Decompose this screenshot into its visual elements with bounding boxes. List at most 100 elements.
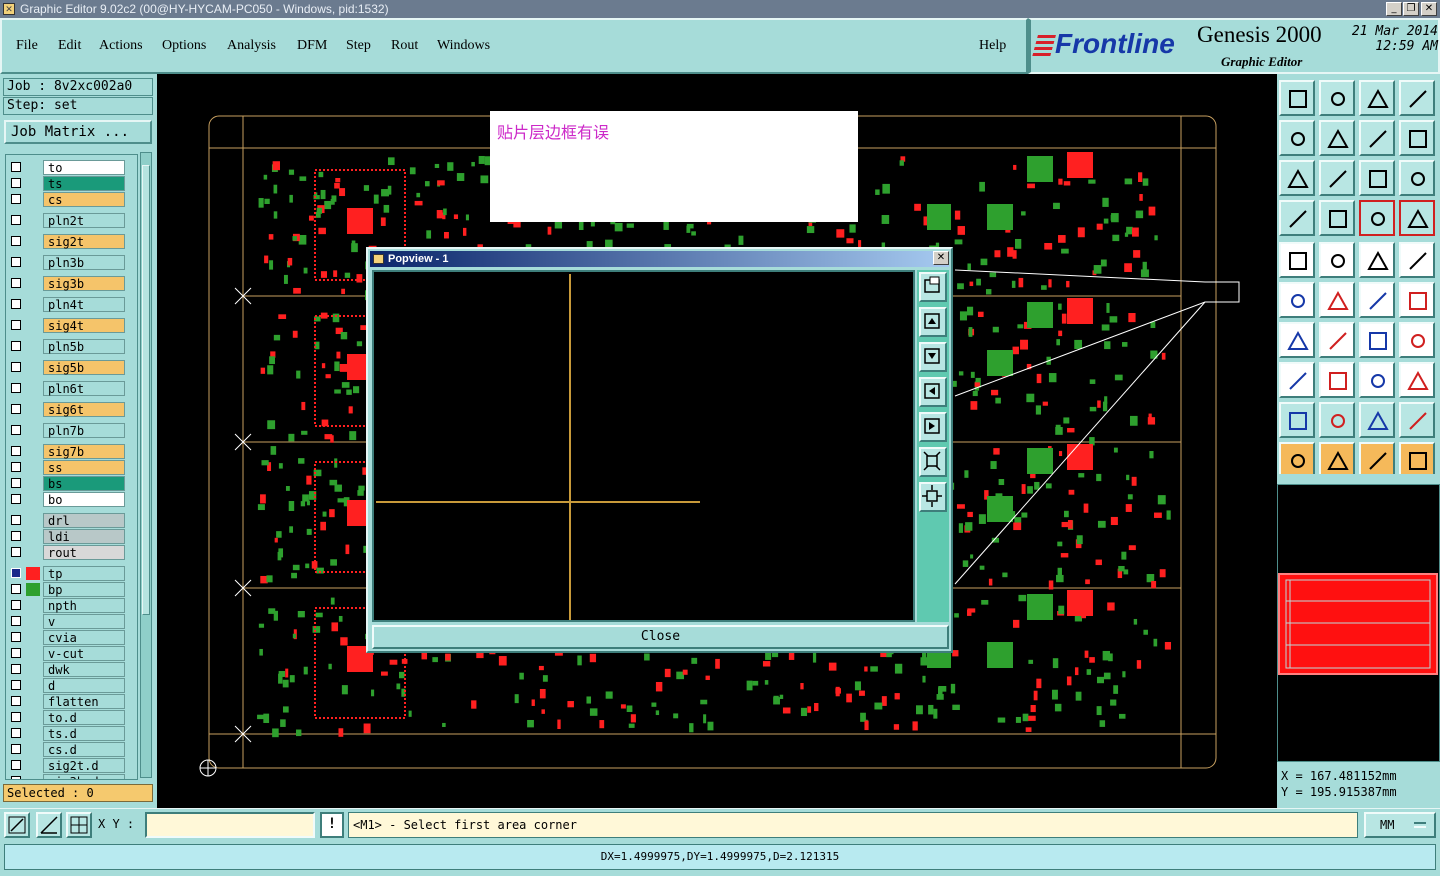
layer-row-sig5b[interactable]: sig5b (6, 359, 137, 375)
layer-name[interactable]: tp (43, 566, 125, 581)
popview-pan-down-icon[interactable] (919, 342, 947, 372)
layer-row-dwk[interactable]: dwk (6, 661, 137, 677)
close-window-button[interactable]: ✕ (1421, 2, 1437, 16)
pointer-select-icon[interactable] (1359, 442, 1395, 478)
layer-name[interactable]: pln4t (43, 297, 125, 312)
exclamation-icon[interactable]: ! (320, 812, 344, 838)
triangle-icon[interactable] (1279, 402, 1315, 438)
layer-name[interactable]: npth (43, 598, 125, 613)
layer-name[interactable]: v-cut (43, 646, 125, 661)
remove-icon[interactable] (1319, 282, 1355, 318)
triangle-c-icon[interactable] (1399, 402, 1435, 438)
layer-checkbox[interactable] (11, 194, 21, 204)
layer-row-pln2t[interactable]: pln2t (6, 212, 137, 228)
layer-row-pln7b[interactable]: pln7b (6, 422, 137, 438)
layer-row-v-cut[interactable]: v-cut (6, 645, 137, 661)
home-icon[interactable] (1359, 80, 1395, 116)
snake-icon[interactable] (1399, 120, 1435, 156)
layer-name[interactable]: cs.d (43, 742, 125, 757)
popview-close-button[interactable]: Close (372, 625, 949, 649)
layer-name[interactable]: ss (43, 460, 125, 475)
layer-name[interactable]: bo (43, 492, 125, 507)
rotate-icon[interactable] (1359, 120, 1395, 156)
xy-input[interactable] (145, 812, 315, 838)
layer-row-to[interactable]: to (6, 159, 137, 175)
menu-step[interactable]: Step (346, 38, 371, 54)
layer-name[interactable]: bp (43, 582, 125, 597)
layer-row-sig3b.d[interactable]: sig3b.d (6, 773, 137, 779)
text-icon[interactable] (1399, 322, 1435, 358)
layer-checkbox[interactable] (11, 494, 21, 504)
layer-name[interactable]: v (43, 614, 125, 629)
layer-row-npth[interactable]: npth (6, 597, 137, 613)
layer-checkbox[interactable] (11, 383, 21, 393)
layer-checkbox[interactable] (11, 257, 21, 267)
layer-name[interactable]: sig4t (43, 318, 125, 333)
minimize-button[interactable]: _ (1386, 2, 1402, 16)
center-view-icon[interactable] (1319, 160, 1355, 196)
arc-icon[interactable] (1359, 322, 1395, 358)
cross-icon[interactable] (1319, 242, 1355, 278)
layer-checkbox[interactable] (11, 712, 21, 722)
layer-row-sig3b[interactable]: sig3b (6, 275, 137, 291)
layer-checkbox[interactable] (11, 478, 21, 488)
layer-name[interactable]: pln6t (43, 381, 125, 396)
layer-checkbox[interactable] (11, 162, 21, 172)
layer-name[interactable]: sig3b.d (43, 774, 125, 779)
menu-options[interactable]: Options (162, 38, 206, 54)
layer-a-icon[interactable] (1359, 200, 1395, 236)
layer-checkbox[interactable] (11, 648, 21, 658)
layer-row-bo[interactable]: bo (6, 491, 137, 507)
layer-list-scrollbar[interactable] (140, 152, 152, 778)
layer-checkbox[interactable] (11, 320, 21, 330)
layer-row-sig2t.d[interactable]: sig2t.d (6, 757, 137, 773)
layer-row-ts.d[interactable]: ts.d (6, 725, 137, 741)
layer-row-ldi[interactable]: ldi (6, 528, 137, 544)
layer-color-swatch[interactable] (26, 567, 40, 580)
layer-checkbox[interactable] (11, 278, 21, 288)
dimension-icon[interactable] (1359, 362, 1395, 398)
layer-row-bs[interactable]: bs (6, 475, 137, 491)
layer-row-sig7b[interactable]: sig7b (6, 443, 137, 459)
node-icon[interactable] (1319, 200, 1355, 236)
layer-checkbox[interactable] (11, 425, 21, 435)
layer-row-pln3b[interactable]: pln3b (6, 254, 137, 270)
layer-row-to.d[interactable]: to.d (6, 709, 137, 725)
layer-name[interactable]: ldi (43, 529, 125, 544)
layer-row-ss[interactable]: ss (6, 459, 137, 475)
popview-canvas[interactable] (372, 270, 915, 622)
layer-checkbox[interactable] (11, 632, 21, 642)
layer-name[interactable]: flatten (43, 694, 125, 709)
layer-checkbox[interactable] (11, 515, 21, 525)
popview-zoom-icon[interactable] (919, 272, 947, 302)
layer-row-rout[interactable]: rout (6, 544, 137, 560)
net-icon[interactable] (1279, 282, 1315, 318)
layer-checkbox[interactable] (11, 299, 21, 309)
layer-row-sig2t[interactable]: sig2t (6, 233, 137, 249)
layer-checkbox[interactable] (11, 215, 21, 225)
menu-edit[interactable]: Edit (58, 38, 81, 54)
triangle-a-icon[interactable] (1319, 402, 1355, 438)
layer-name[interactable]: ts.d (43, 726, 125, 741)
split-view-icon[interactable] (1399, 80, 1435, 116)
units-select[interactable]: MM (1364, 812, 1436, 838)
layer-name[interactable]: pln2t (43, 213, 125, 228)
triangle-b-icon[interactable] (1359, 402, 1395, 438)
layer-checkbox[interactable] (11, 680, 21, 690)
panel-preview[interactable] (1277, 484, 1440, 762)
layer-b-icon[interactable] (1399, 200, 1435, 236)
layer-name[interactable]: drl (43, 513, 125, 528)
menu-windows[interactable]: Windows (437, 38, 490, 54)
layer-checkbox[interactable] (11, 404, 21, 414)
layer-row-cs[interactable]: cs (6, 191, 137, 207)
feature-icon[interactable] (1279, 362, 1315, 398)
layer-checkbox[interactable] (11, 744, 21, 754)
layer-name[interactable]: rout (43, 545, 125, 560)
layer-checkbox[interactable] (11, 600, 21, 610)
connect-icon[interactable] (1359, 282, 1395, 318)
layer-row-ts[interactable]: ts (6, 175, 137, 191)
layer-row-bp[interactable]: bp (6, 581, 137, 597)
layer-name[interactable]: pln7b (43, 423, 125, 438)
popview-close-icon[interactable]: ✕ (933, 251, 949, 265)
layer-checkbox[interactable] (11, 547, 21, 557)
